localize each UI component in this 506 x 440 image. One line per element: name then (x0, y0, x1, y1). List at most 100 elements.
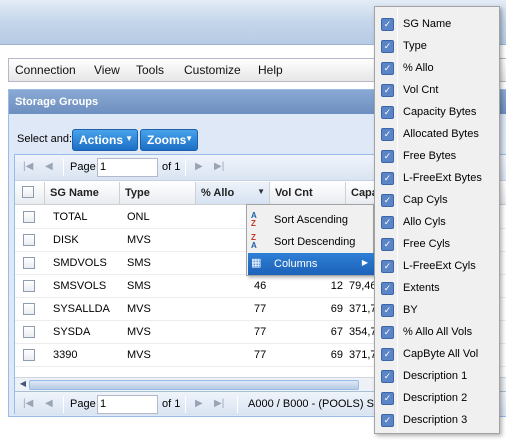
col-header-type[interactable]: Type (120, 182, 196, 204)
checkbox-checked-icon[interactable]: ✓ (381, 238, 394, 251)
checkbox-checked-icon[interactable]: ✓ (381, 260, 394, 273)
actions-button[interactable]: Actions ▼ (72, 129, 138, 151)
menu-item-sort-ascending[interactable]: AZ Sort Ascending (248, 209, 374, 231)
column-toggle-label: Capacity Bytes (403, 106, 477, 118)
prev-page-icon[interactable]: ◀ (45, 398, 53, 409)
checkbox-checked-icon[interactable]: ✓ (381, 18, 394, 31)
column-toggle-vol-cnt[interactable]: ✓ Vol Cnt (376, 79, 500, 101)
col-header-sg-name[interactable]: SG Name (45, 182, 120, 204)
col-header-allo[interactable]: % Allo ▼ (196, 182, 270, 204)
checkbox-checked-icon[interactable]: ✓ (381, 216, 394, 229)
select-all-checkbox[interactable] (22, 186, 34, 198)
cell-allo: 77 (254, 326, 267, 338)
column-toggle-label: Description 1 (403, 370, 468, 382)
select-all-column[interactable] (15, 182, 45, 204)
checkbox-checked-icon[interactable]: ✓ (381, 370, 394, 383)
column-toggle-extents[interactable]: ✓ Extents (376, 277, 500, 299)
column-toggle-label: Description 3 (403, 414, 468, 426)
checkbox-checked-icon[interactable]: ✓ (381, 326, 394, 339)
sort-descending-label: Sort Descending (274, 236, 356, 248)
row-checkbox[interactable] (23, 211, 35, 223)
column-toggle-allo-all-vols[interactable]: ✓ % Allo All Vols (376, 321, 500, 343)
column-toggle-lfreeext-cyls[interactable]: ✓ L-FreeExt Cyls (376, 255, 500, 277)
row-checkbox[interactable] (23, 280, 35, 292)
pager-separator (63, 159, 64, 176)
col-header-vol-cnt[interactable]: Vol Cnt (270, 182, 346, 204)
cell-vol-cnt: 67 (330, 326, 343, 338)
page-input[interactable]: 1 (97, 158, 158, 177)
cell-allo: 77 (254, 349, 267, 361)
cell-type: MVS (127, 234, 151, 246)
row-checkbox[interactable] (23, 326, 35, 338)
column-toggle-description-1[interactable]: ✓ Description 1 (376, 365, 500, 387)
checkbox-checked-icon[interactable]: ✓ (381, 194, 394, 207)
submenu-arrow-icon: ▶ (361, 258, 368, 267)
next-page-icon[interactable]: ▶ (195, 161, 203, 172)
pager-separator (185, 396, 186, 413)
checkbox-checked-icon[interactable]: ✓ (381, 40, 394, 53)
checkbox-checked-icon[interactable]: ✓ (381, 150, 394, 163)
checkbox-checked-icon[interactable]: ✓ (381, 348, 394, 361)
column-toggle-by[interactable]: ✓ BY (376, 299, 500, 321)
menu-view[interactable]: View (94, 63, 120, 77)
menu-item-sort-descending[interactable]: ZA Sort Descending (248, 231, 374, 253)
prev-page-icon[interactable]: ◀ (45, 161, 53, 172)
pager-status-text: A000 / B000 - (POOLS) Stor (248, 398, 387, 410)
column-toggle-lfreeext-bytes[interactable]: ✓ L-FreeExt Bytes (376, 167, 500, 189)
column-toggle-label: Free Cyls (403, 238, 451, 250)
first-page-icon[interactable]: |◀ (23, 398, 33, 409)
column-toggle-allo[interactable]: ✓ % Allo (376, 57, 500, 79)
column-toggle-description-2[interactable]: ✓ Description 2 (376, 387, 500, 409)
column-toggle-capbyte-all-vol[interactable]: ✓ CapByte All Vol (376, 343, 500, 365)
column-toggle-description-3[interactable]: ✓ Description 3 (376, 409, 500, 431)
checkbox-checked-icon[interactable]: ✓ (381, 106, 394, 119)
zooms-button[interactable]: Zooms ▼ (140, 129, 198, 151)
scrollbar-thumb[interactable] (29, 380, 359, 390)
column-toggle-label: Free Bytes (403, 150, 457, 162)
column-toggle-label: Allo Cyls (403, 216, 446, 228)
checkbox-checked-icon[interactable]: ✓ (381, 304, 394, 317)
menu-connection[interactable]: Connection (15, 63, 76, 77)
chevron-down-icon: ▼ (185, 134, 193, 143)
scroll-left-icon[interactable]: ◀ (17, 379, 29, 390)
column-toggle-type[interactable]: ✓ Type (376, 35, 500, 57)
checkbox-checked-icon[interactable]: ✓ (381, 172, 394, 185)
checkbox-checked-icon[interactable]: ✓ (381, 128, 394, 141)
column-toggle-allo-cyls[interactable]: ✓ Allo Cyls (376, 211, 500, 233)
column-toggle-capacity-bytes[interactable]: ✓ Capacity Bytes (376, 101, 500, 123)
columns-label: Columns (274, 258, 318, 270)
next-page-icon[interactable]: ▶ (195, 398, 203, 409)
cell-sg-name: SMDVOLS (53, 257, 107, 269)
last-page-icon[interactable]: ▶| (214, 398, 224, 409)
column-toggle-label: Description 2 (403, 392, 468, 404)
column-toggle-allocated-bytes[interactable]: ✓ Allocated Bytes (376, 123, 500, 145)
column-toggle-label: Extents (403, 282, 440, 294)
column-menu-trigger-icon[interactable]: ▼ (257, 187, 265, 196)
first-page-icon[interactable]: |◀ (23, 161, 33, 172)
column-toggle-cap-cyls[interactable]: ✓ Cap Cyls (376, 189, 500, 211)
column-toggle-label: Vol Cnt (403, 84, 439, 96)
menu-help[interactable]: Help (258, 63, 283, 77)
cell-type: SMS (127, 257, 151, 269)
row-checkbox[interactable] (23, 303, 35, 315)
checkbox-checked-icon[interactable]: ✓ (381, 84, 394, 97)
checkbox-checked-icon[interactable]: ✓ (381, 414, 394, 427)
checkbox-checked-icon[interactable]: ✓ (381, 62, 394, 75)
menu-customize[interactable]: Customize (184, 63, 241, 77)
row-checkbox[interactable] (23, 257, 35, 269)
last-page-icon[interactable]: ▶| (214, 161, 224, 172)
menu-tools[interactable]: Tools (136, 63, 164, 77)
checkbox-checked-icon[interactable]: ✓ (381, 392, 394, 405)
page-count-label: of 1 (162, 161, 181, 173)
row-checkbox[interactable] (23, 349, 35, 361)
page-input[interactable]: 1 (97, 395, 158, 414)
column-toggle-free-bytes[interactable]: ✓ Free Bytes (376, 145, 500, 167)
cell-allo: 77 (254, 303, 267, 315)
menu-item-columns[interactable]: ▦ Columns ▶ (248, 253, 374, 275)
column-toggle-label: BY (403, 304, 418, 316)
checkbox-checked-icon[interactable]: ✓ (381, 282, 394, 295)
column-toggle-free-cyls[interactable]: ✓ Free Cyls (376, 233, 500, 255)
column-toggle-sg-name[interactable]: ✓ SG Name (376, 13, 500, 35)
row-checkbox[interactable] (23, 234, 35, 246)
columns-submenu: ✓ SG Name ✓ Type ✓ % Allo ✓ Vol Cnt ✓ Capacit… (374, 6, 500, 434)
